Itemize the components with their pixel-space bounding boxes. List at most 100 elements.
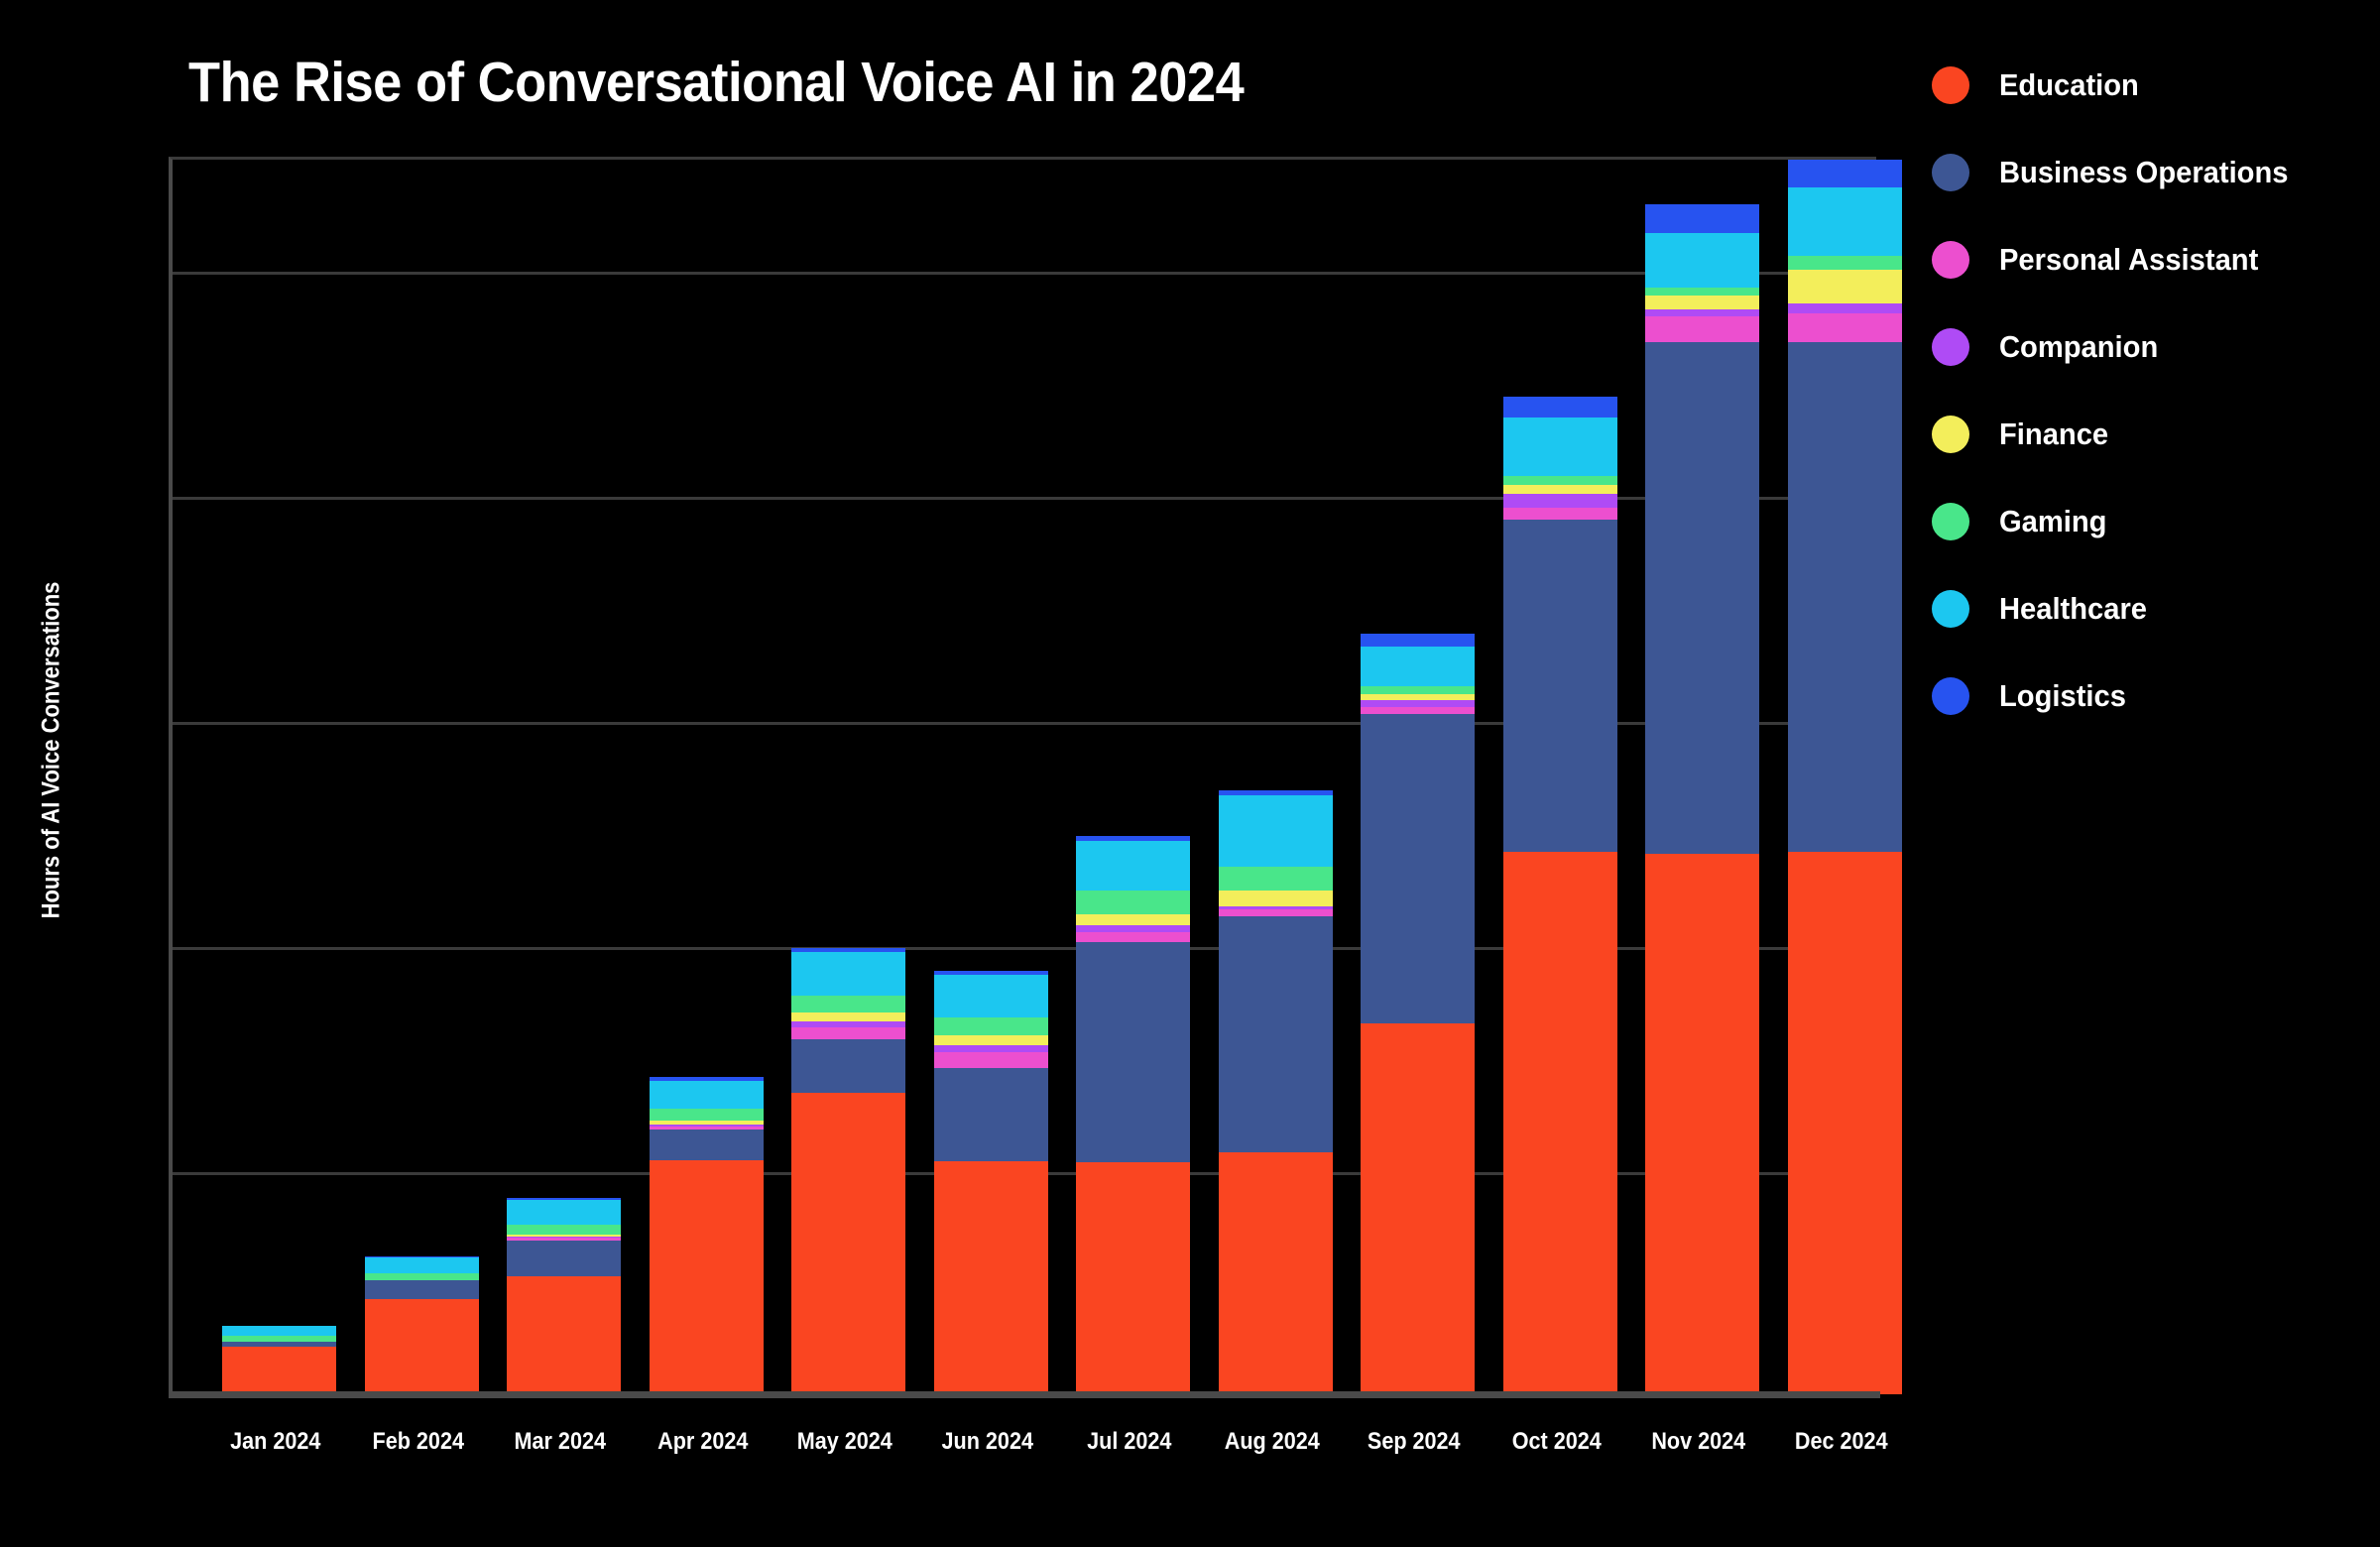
bar-segment[interactable]: [1076, 931, 1191, 942]
bar-segment[interactable]: [1502, 852, 1617, 1394]
bar-column[interactable]: [222, 1325, 337, 1394]
bar-segment[interactable]: [222, 1347, 337, 1394]
bar-segment[interactable]: [364, 1272, 479, 1281]
bar-column[interactable]: [791, 947, 906, 1394]
bar-segment[interactable]: [1645, 309, 1760, 317]
bar-column[interactable]: [1361, 634, 1476, 1394]
bar-segment[interactable]: [1076, 924, 1191, 932]
bar-segment[interactable]: [1787, 269, 1902, 303]
bar-segment[interactable]: [1787, 186, 1902, 256]
bar-segment[interactable]: [1218, 795, 1333, 867]
bar-segment[interactable]: [1361, 634, 1476, 647]
bar-segment[interactable]: [1645, 203, 1760, 234]
bar-segment[interactable]: [1502, 494, 1617, 508]
bar-segment[interactable]: [649, 1108, 764, 1122]
legend-item-companion[interactable]: Companion: [1932, 303, 2358, 391]
bar-column[interactable]: [1076, 836, 1191, 1394]
bar-segment[interactable]: [1361, 706, 1476, 714]
bar-segment[interactable]: [1787, 160, 1902, 187]
bar-segment[interactable]: [1218, 909, 1333, 916]
bar-segment[interactable]: [1502, 508, 1617, 521]
bar-column[interactable]: [507, 1197, 622, 1394]
legend-label: Personal Assistant: [1999, 242, 2259, 277]
bar-column[interactable]: [1787, 160, 1902, 1394]
bar-segment[interactable]: [933, 1045, 1048, 1053]
bar-segment[interactable]: [791, 952, 906, 997]
bar-segment[interactable]: [1218, 915, 1333, 1153]
legend: Education Business Operations Personal Ass…: [1932, 42, 2358, 740]
bar-segment[interactable]: [791, 996, 906, 1013]
bar-segment[interactable]: [1502, 396, 1617, 418]
x-tick-label: Oct 2024: [1511, 1428, 1602, 1455]
bar-segment[interactable]: [1787, 852, 1902, 1394]
bar-segment[interactable]: [1361, 713, 1476, 1023]
bar-segment[interactable]: [1076, 913, 1191, 925]
bar-segment[interactable]: [1361, 1022, 1476, 1394]
bar-segment[interactable]: [1502, 417, 1617, 477]
bar-segment[interactable]: [791, 1038, 906, 1093]
bar-segment[interactable]: [1076, 840, 1191, 891]
bar-segment[interactable]: [933, 974, 1048, 1017]
legend-item-business-operations[interactable]: Business Operations: [1932, 129, 2358, 216]
bar-segment[interactable]: [364, 1298, 479, 1394]
bar-segment[interactable]: [222, 1325, 337, 1337]
bar-column[interactable]: [1645, 203, 1760, 1394]
bar-segment[interactable]: [1787, 255, 1902, 270]
bar-segment[interactable]: [364, 1256, 479, 1273]
bar-segment[interactable]: [791, 1012, 906, 1022]
bar-column[interactable]: [1218, 789, 1333, 1394]
bar-column[interactable]: [1502, 396, 1617, 1394]
bar-segment[interactable]: [933, 1035, 1048, 1046]
legend-item-education[interactable]: Education: [1932, 42, 2358, 129]
bar-segment[interactable]: [1076, 890, 1191, 914]
bar-segment[interactable]: [1361, 646, 1476, 687]
bar-segment[interactable]: [649, 1130, 764, 1161]
bar-segment[interactable]: [1218, 866, 1333, 891]
x-tick-label: Nov 2024: [1651, 1428, 1746, 1455]
bar-segment[interactable]: [933, 1052, 1048, 1068]
bar-segment[interactable]: [1787, 342, 1902, 853]
bar-column[interactable]: [933, 971, 1048, 1394]
legend-item-finance[interactable]: Finance: [1932, 391, 2358, 478]
bar-segment[interactable]: [1502, 476, 1617, 486]
bar-segment[interactable]: [1787, 302, 1902, 313]
bar-segment[interactable]: [1502, 485, 1617, 495]
bar-segment[interactable]: [507, 1275, 622, 1394]
legend-label: Education: [1999, 67, 2139, 102]
bar-segment[interactable]: [1502, 520, 1617, 853]
bar-segment[interactable]: [1645, 233, 1760, 288]
bar-segment[interactable]: [1361, 686, 1476, 695]
legend-item-healthcare[interactable]: Healthcare: [1932, 565, 2358, 653]
bar-segment[interactable]: [1645, 287, 1760, 296]
bar-segment[interactable]: [364, 1280, 479, 1299]
bar-segment[interactable]: [649, 1160, 764, 1394]
bar-segment[interactable]: [1645, 854, 1760, 1394]
bar-segment[interactable]: [1645, 342, 1760, 855]
bar-segment[interactable]: [791, 1027, 906, 1039]
legend-label: Gaming: [1999, 504, 2107, 538]
bar-segment[interactable]: [1218, 890, 1333, 906]
legend-swatch-icon: [1932, 416, 1969, 453]
bar-segment[interactable]: [933, 1068, 1048, 1162]
bar-segment[interactable]: [507, 1240, 622, 1276]
bar-segment[interactable]: [507, 1199, 622, 1225]
legend-item-logistics[interactable]: Logistics: [1932, 653, 2358, 740]
legend-item-gaming[interactable]: Gaming: [1932, 478, 2358, 565]
page-title: The Rise of Conversational Voice AI in 2…: [188, 51, 1245, 114]
bar-column[interactable]: [649, 1077, 764, 1394]
bar-segment[interactable]: [1645, 295, 1760, 310]
bar-segment[interactable]: [649, 1080, 764, 1109]
bar-segment[interactable]: [933, 1161, 1048, 1394]
bar-segment[interactable]: [1787, 312, 1902, 343]
bar-segment[interactable]: [1218, 1152, 1333, 1394]
bar-segment[interactable]: [791, 1092, 906, 1394]
bar-segment[interactable]: [1361, 700, 1476, 707]
bar-segment[interactable]: [1645, 316, 1760, 343]
legend-item-personal-assistant[interactable]: Personal Assistant: [1932, 216, 2358, 303]
bar-segment[interactable]: [1076, 1162, 1191, 1394]
x-tick-label: Sep 2024: [1367, 1428, 1461, 1455]
bar-segment[interactable]: [933, 1016, 1048, 1036]
bar-segment[interactable]: [507, 1224, 622, 1235]
bar-segment[interactable]: [1076, 941, 1191, 1163]
bar-column[interactable]: [364, 1255, 479, 1394]
